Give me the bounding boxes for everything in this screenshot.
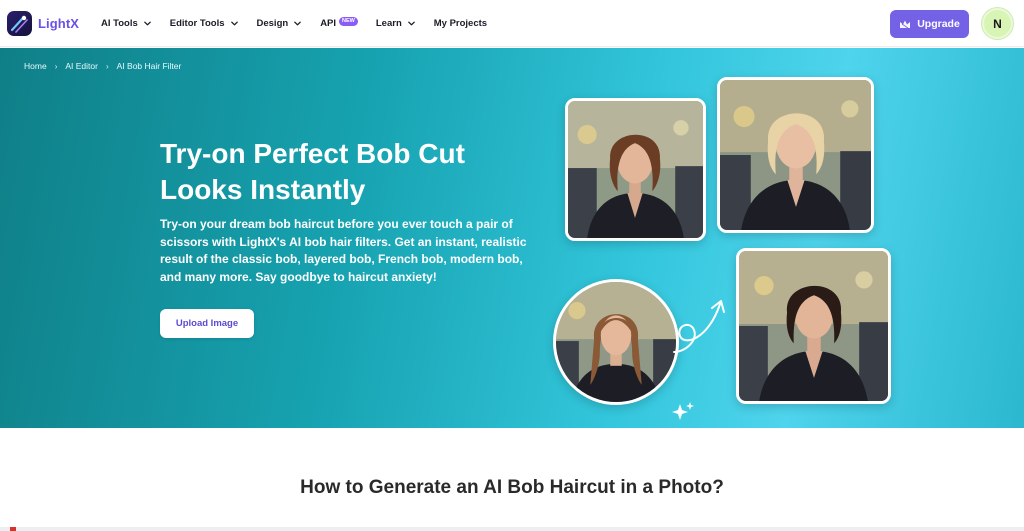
chevron-down-icon [143, 21, 151, 26]
nav-label: My Projects [433, 18, 488, 29]
chevron-down-icon [294, 21, 302, 26]
upload-image-button[interactable]: Upload Image [160, 309, 254, 338]
example-photo-dark-bob [736, 248, 891, 404]
nav-design[interactable]: Design [257, 18, 303, 29]
nav-my-projects[interactable]: My Projects [434, 18, 487, 29]
main-nav: AI Tools Editor Tools Design API NEW Lea… [101, 0, 505, 47]
page-divider [0, 527, 1024, 531]
example-photo-wavy-bob [565, 98, 706, 241]
chevron-right-icon: › [105, 61, 109, 71]
nav-learn[interactable]: Learn [376, 18, 416, 29]
transform-arrow-icon [673, 300, 725, 353]
breadcrumb-home[interactable]: Home [24, 61, 47, 71]
section-heading: How to Generate an AI Bob Haircut in a P… [300, 477, 724, 498]
upgrade-button[interactable]: Upgrade [890, 10, 969, 38]
sparkle-icon [672, 402, 694, 420]
nav-label: Design [256, 18, 289, 29]
brand-name: LightX [38, 16, 80, 31]
nav-label: Learn [375, 18, 402, 29]
upgrade-label: Upgrade [917, 18, 960, 30]
nav-label: API [320, 18, 337, 29]
breadcrumb: Home › AI Editor › AI Bob Hair Filter [24, 61, 181, 71]
example-photo-blonde-bob [717, 77, 874, 233]
brand-logo[interactable]: LightX [7, 11, 79, 36]
nav-label: Editor Tools [169, 18, 225, 29]
avatar-initial: N [993, 16, 1002, 31]
nav-ai-tools[interactable]: AI Tools [101, 18, 152, 29]
chevron-down-icon [230, 21, 238, 26]
hero-banner: Home › AI Editor › AI Bob Hair Filter Tr… [0, 48, 1024, 428]
chevron-down-icon [407, 21, 415, 26]
crown-icon [900, 20, 911, 28]
lightx-logo-icon [7, 11, 32, 36]
breadcrumb-ai-editor[interactable]: AI Editor [65, 61, 98, 71]
hero-description: Try-on your dream bob haircut before you… [160, 217, 527, 284]
nav-label: AI Tools [101, 18, 138, 29]
example-photo-original [553, 279, 679, 405]
nav-editor-tools[interactable]: Editor Tools [170, 18, 239, 29]
page-edge-marker [10, 527, 16, 531]
page-title: Try-on Perfect Bob Cut Looks Instantly [160, 138, 465, 205]
new-badge: NEW [339, 17, 358, 26]
avatar[interactable]: N [982, 8, 1013, 39]
top-header: LightX AI Tools Editor Tools Design API … [0, 0, 1024, 47]
chevron-right-icon: › [54, 61, 58, 71]
nav-api[interactable]: API NEW [320, 17, 358, 29]
breadcrumb-current: AI Bob Hair Filter [116, 61, 182, 71]
